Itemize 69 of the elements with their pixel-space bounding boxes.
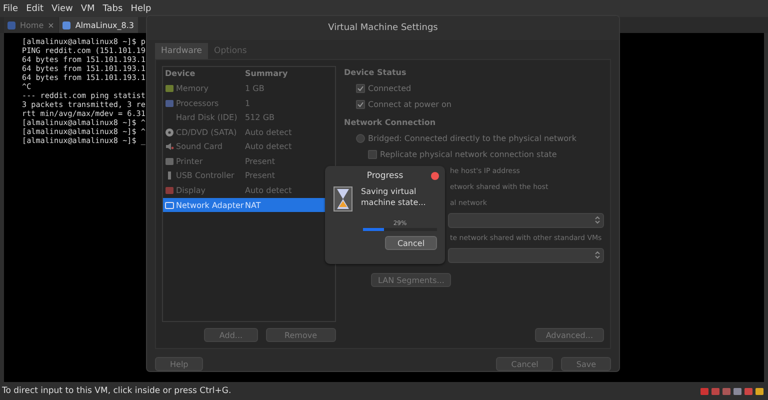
radio-button[interactable] [356,134,365,144]
device-row[interactable]: Memory 1 GB [163,81,335,96]
device-summary: Auto detect [245,142,292,152]
dropdown-arrows-icon [595,216,600,224]
device-name: Memory [176,84,209,93]
dropdown-arrows-icon [595,251,600,260]
advanced-button[interactable]: Advanced... [534,328,604,342]
column-header: Device [165,69,196,78]
menu-item[interactable]: Help [130,4,152,14]
device-summary: Auto detect [245,128,292,137]
menu-item[interactable]: View [52,4,73,14]
menu-item[interactable]: Tabs [102,4,123,14]
dialog-title: Progress [366,170,404,183]
checkbox[interactable] [356,100,365,110]
device-summary: 512 GB [245,113,274,122]
device-name: Printer [176,156,203,166]
column-header: Summary [245,69,289,78]
status-text: To direct input to this VM, click inside or press Ctrl+G. [2,386,232,396]
option-label: Connected [368,84,412,94]
help-button[interactable]: Help [155,357,204,371]
device-name: Display [176,186,206,196]
vm-icon [62,20,72,30]
dropdown[interactable] [448,248,604,263]
checkbox[interactable] [368,150,377,160]
tab[interactable]: Home × [4,17,58,33]
network-icon [165,200,174,210]
device-summary: Present [245,156,276,166]
disc-icon [165,128,174,137]
device-name: USB Controller [176,171,234,180]
device-summary: Auto detect [245,186,292,196]
device-summary: NAT [245,200,261,210]
close-icon[interactable] [431,172,439,180]
tab[interactable]: AlmaLinux_8.3 [59,17,138,33]
vm-icon [7,20,16,30]
option-label: Bridged: Connected directly to the physical network [368,134,576,144]
device-name: Sound Card [176,142,222,152]
menu-item[interactable]: VM [80,4,95,14]
window-title: Virtual Machine Settings [147,16,619,40]
device-row[interactable]: Hard Disk (IDE) 512 GB [163,110,335,125]
footer-button[interactable]: Save [561,357,611,371]
checkbox[interactable] [356,84,365,94]
device-row[interactable]: Printer Present [163,154,335,169]
device-name: CD/DVD (SATA) [176,128,237,137]
device-summary: 1 [245,98,250,108]
device-row[interactable]: Processors 1 [163,96,335,110]
footer-button[interactable]: Cancel [496,357,554,371]
section-heading: Network Connection [344,118,437,127]
progress-message: Saving virtual machine state... [361,186,427,208]
device-name: Hard Disk (IDE) [176,113,238,122]
device-name: Processors [176,98,219,108]
device-name: Network Adapter [176,200,244,210]
device-row[interactable]: Sound Card Auto detect [163,140,335,154]
option-label: Connect at power on [368,100,452,110]
device-summary: Present [245,171,276,180]
list-button[interactable]: Remove [266,328,336,342]
device-row[interactable]: CD/DVD (SATA) Auto detect [163,124,335,140]
lan-segments-button[interactable]: LAN Segments... [371,273,452,288]
cancel-button[interactable]: Cancel [385,236,437,250]
section-heading: Device Status [344,68,408,77]
list-button[interactable]: Add... [204,328,258,342]
speaker-icon [165,142,174,152]
tab[interactable]: Hardware [155,42,208,59]
menu-item[interactable]: File [3,4,18,14]
menu-item[interactable]: Edit [26,4,44,14]
device-summary: 1 GB [245,84,264,93]
close-icon[interactable]: × [48,20,54,30]
hourglass-icon [333,186,353,212]
dropdown[interactable] [448,212,604,228]
option-label: Replicate physical network connection state [380,150,557,160]
